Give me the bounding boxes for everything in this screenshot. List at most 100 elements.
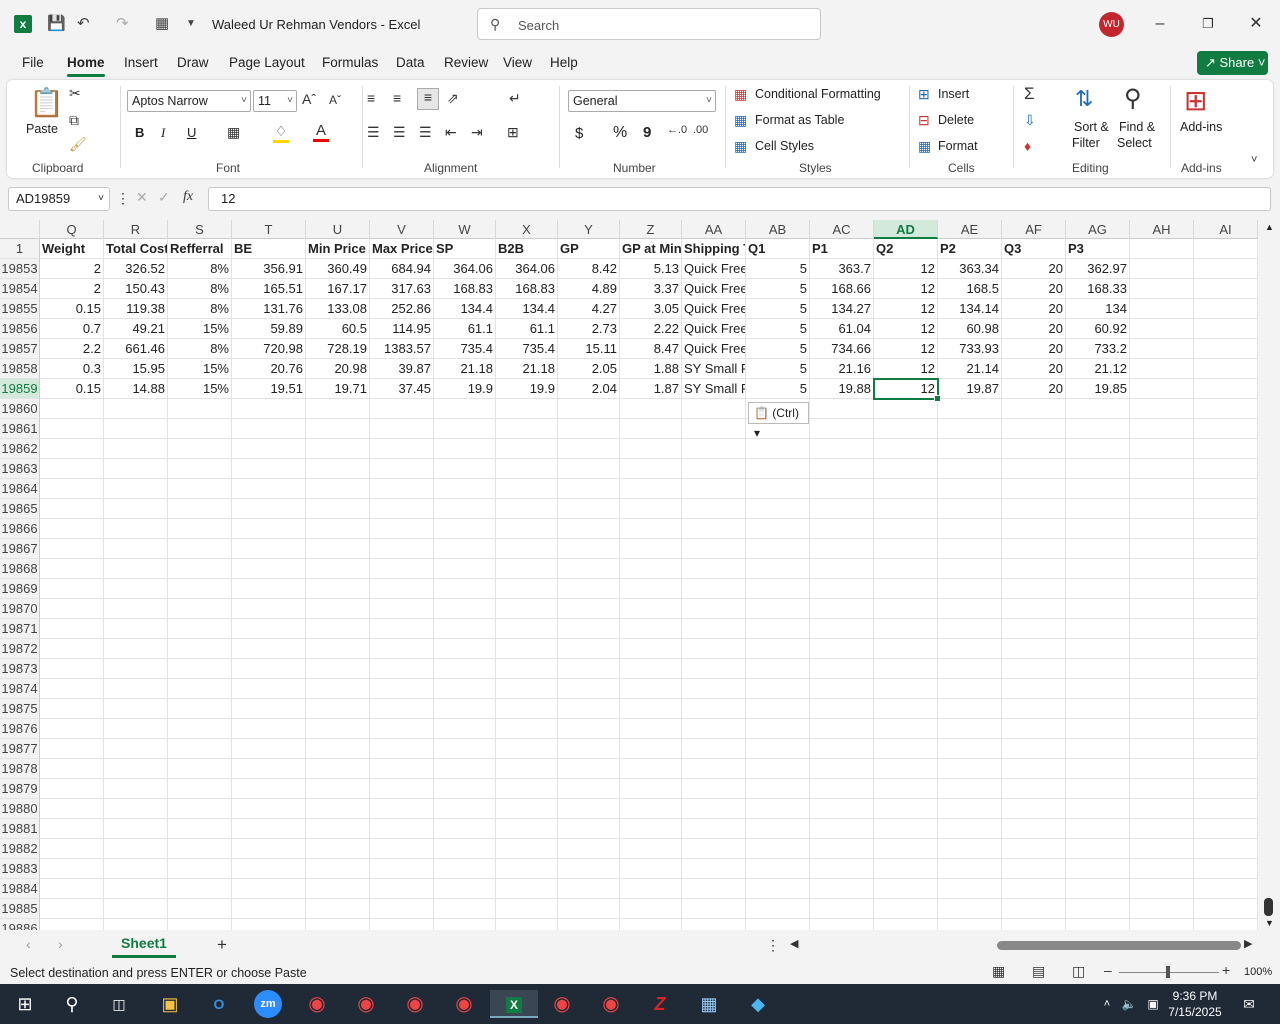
- empty-cell[interactable]: [1130, 819, 1194, 839]
- empty-cell[interactable]: [40, 559, 104, 579]
- name-box[interactable]: AD19859 ˅: [8, 187, 110, 211]
- empty-cell[interactable]: [620, 659, 682, 679]
- cell-ab19855[interactable]: 5: [746, 299, 810, 319]
- empty-cell[interactable]: [1130, 539, 1194, 559]
- empty-cell[interactable]: [40, 419, 104, 439]
- empty-cell[interactable]: [746, 579, 810, 599]
- cell-z19853[interactable]: 5.13: [620, 259, 682, 279]
- tab-home[interactable]: Home: [67, 55, 105, 77]
- empty-cell[interactable]: [1130, 899, 1194, 919]
- cell-y19853[interactable]: 8.42: [558, 259, 620, 279]
- empty-cell[interactable]: [938, 619, 1002, 639]
- empty-cell[interactable]: [682, 659, 746, 679]
- empty-cell[interactable]: [558, 679, 620, 699]
- cell-ag19856[interactable]: 60.92: [1066, 319, 1130, 339]
- empty-cell[interactable]: [1066, 879, 1130, 899]
- empty-cell[interactable]: [370, 619, 434, 639]
- empty-cell[interactable]: [496, 479, 558, 499]
- empty-cell[interactable]: [874, 459, 938, 479]
- empty-cell[interactable]: [558, 879, 620, 899]
- empty-cell[interactable]: [746, 719, 810, 739]
- empty-cell[interactable]: [938, 499, 1002, 519]
- cell-ae19856[interactable]: 60.98: [938, 319, 1002, 339]
- cell-x1[interactable]: B2B: [496, 239, 558, 259]
- empty-cell[interactable]: [1066, 399, 1130, 419]
- increase-font-icon[interactable]: Aˆ: [302, 91, 316, 107]
- empty-cell[interactable]: [104, 439, 168, 459]
- align-bottom-icon[interactable]: ≡: [417, 88, 439, 110]
- cell-ae19855[interactable]: 134.14: [938, 299, 1002, 319]
- empty-cell[interactable]: [620, 439, 682, 459]
- empty-cell[interactable]: [370, 459, 434, 479]
- empty-cell[interactable]: [1194, 919, 1258, 930]
- cell-ac19854[interactable]: 168.66: [810, 279, 874, 299]
- empty-cell[interactable]: [232, 579, 306, 599]
- empty-cell[interactable]: [558, 439, 620, 459]
- empty-cell[interactable]: [1194, 699, 1258, 719]
- empty-cell[interactable]: [1130, 919, 1194, 930]
- empty-cell[interactable]: [168, 619, 232, 639]
- empty-cell[interactable]: [232, 639, 306, 659]
- empty-cell[interactable]: [306, 679, 370, 699]
- empty-cell[interactable]: [1194, 579, 1258, 599]
- empty-cell[interactable]: [496, 439, 558, 459]
- empty-cell[interactable]: [1194, 679, 1258, 699]
- format-painter-icon[interactable]: 🖌: [69, 136, 87, 153]
- restore-button[interactable]: ❐: [1197, 13, 1219, 35]
- empty-cell[interactable]: [1066, 719, 1130, 739]
- empty-cell[interactable]: [232, 879, 306, 899]
- empty-cell[interactable]: [232, 679, 306, 699]
- cell-t19856[interactable]: 59.89: [232, 319, 306, 339]
- empty-cell[interactable]: [1130, 879, 1194, 899]
- empty-cell[interactable]: [558, 739, 620, 759]
- empty-cell[interactable]: [620, 619, 682, 639]
- empty-cell[interactable]: [306, 559, 370, 579]
- empty-cell[interactable]: [1130, 579, 1194, 599]
- row-header[interactable]: 19883: [0, 859, 40, 879]
- row-header[interactable]: 19869: [0, 579, 40, 599]
- orientation-icon[interactable]: ⇗: [447, 90, 459, 107]
- empty-cell[interactable]: [306, 519, 370, 539]
- empty-cell[interactable]: [558, 659, 620, 679]
- empty-cell[interactable]: [810, 479, 874, 499]
- empty-cell[interactable]: [306, 499, 370, 519]
- empty-cell[interactable]: [810, 779, 874, 799]
- font-family-select[interactable]: Aptos Narrow ˅: [127, 90, 251, 112]
- empty-cell[interactable]: [104, 499, 168, 519]
- empty-cell[interactable]: [620, 679, 682, 699]
- tab-page-layout[interactable]: Page Layout: [229, 55, 305, 70]
- empty-cell[interactable]: [874, 899, 938, 919]
- empty-cell[interactable]: [1002, 819, 1066, 839]
- empty-cell[interactable]: [682, 559, 746, 579]
- empty-cell[interactable]: [232, 619, 306, 639]
- empty-cell[interactable]: [1194, 879, 1258, 899]
- add-ins-button[interactable]: Add-ins: [1180, 120, 1222, 134]
- empty-cell[interactable]: [746, 759, 810, 779]
- empty-cell[interactable]: [370, 839, 434, 859]
- empty-cell[interactable]: [1002, 579, 1066, 599]
- empty-cell[interactable]: [1002, 919, 1066, 930]
- column-header-af[interactable]: AF: [1002, 220, 1066, 239]
- cell-u1[interactable]: Min Price: [306, 239, 370, 259]
- empty-cell[interactable]: [746, 779, 810, 799]
- cell-aa19855[interactable]: Quick Free: [682, 299, 746, 319]
- empty-cell[interactable]: [434, 699, 496, 719]
- cell-r19855[interactable]: 119.38: [104, 299, 168, 319]
- empty-cell[interactable]: [306, 859, 370, 879]
- empty-cell[interactable]: [306, 819, 370, 839]
- empty-cell[interactable]: [620, 879, 682, 899]
- empty-cell[interactable]: [746, 499, 810, 519]
- cell-ah19859[interactable]: [1130, 379, 1194, 399]
- empty-cell[interactable]: [496, 839, 558, 859]
- empty-cell[interactable]: [1130, 459, 1194, 479]
- taskbar-search-icon[interactable]: ⚲: [55, 990, 89, 1018]
- empty-cell[interactable]: [1194, 659, 1258, 679]
- empty-cell[interactable]: [558, 499, 620, 519]
- cell-x19857[interactable]: 735.4: [496, 339, 558, 359]
- cell-w19859[interactable]: 19.9: [434, 379, 496, 399]
- empty-cell[interactable]: [232, 459, 306, 479]
- cell-ae19857[interactable]: 733.93: [938, 339, 1002, 359]
- empty-cell[interactable]: [1002, 799, 1066, 819]
- cell-z19854[interactable]: 3.37: [620, 279, 682, 299]
- cell-q19856[interactable]: 0.7: [40, 319, 104, 339]
